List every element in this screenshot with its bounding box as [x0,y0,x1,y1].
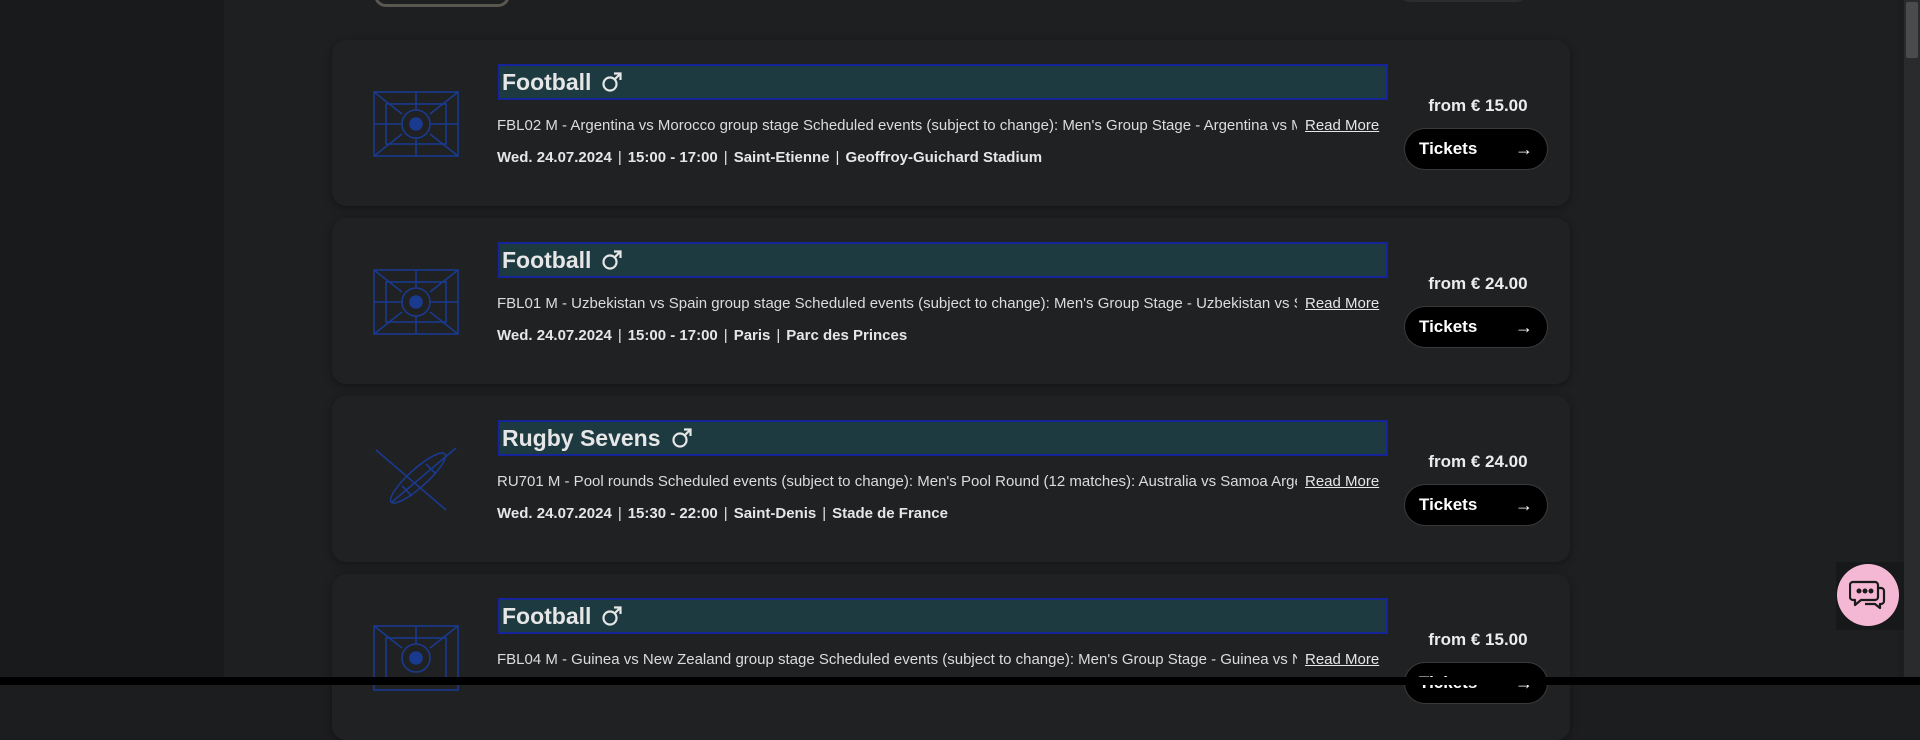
tickets-button[interactable]: Tickets → [1404,128,1548,170]
price-label: from € 24.00 [1428,274,1528,293]
event-meta: Wed. 24.07.2024 | 15:30 - 22:00 | Saint-Deni… [497,505,948,522]
read-more-link[interactable]: Read More [1305,473,1379,490]
filter-pill-partial[interactable] [374,0,510,7]
event-heading[interactable]: Football [498,242,1388,278]
bottom-edge-bar [0,677,1920,685]
event-date: Wed. 24.07.2024 [497,505,612,522]
event-venue: Stade de France [832,505,948,522]
chat-bubbles-icon [1849,580,1886,610]
tickets-label: Tickets [1419,139,1478,158]
event-card: Football FBL01 M - Uzbekistan vs Spain g… [332,218,1570,384]
tickets-button[interactable]: Tickets → [1404,306,1548,348]
sport-name: Rugby Sevens [502,424,661,451]
event-heading[interactable]: Rugby Sevens [498,420,1388,456]
left-gutter [0,0,224,685]
event-time: 15:00 - 17:00 [627,149,718,166]
price-label: from € 24.00 [1428,452,1528,471]
event-description: FBL04 M - Guinea vs New Zealand group st… [497,651,1297,668]
event-city: Paris [733,327,771,344]
sport-name: Football [502,602,592,629]
event-venue: Parc des Princes [786,327,908,344]
scrollbar-thumb[interactable] [1906,2,1918,58]
event-description: RU701 M - Pool rounds Scheduled events (… [497,473,1297,490]
male-symbol-icon [601,249,623,271]
event-time: 15:30 - 22:00 [627,505,718,522]
read-more-link[interactable]: Read More [1305,295,1379,312]
arrow-right-icon: → [1515,316,1533,337]
event-description: FBL01 M - Uzbekistan vs Spain group stag… [497,295,1297,312]
price-label: from € 15.00 [1428,96,1528,115]
vertical-scrollbar[interactable] [1904,0,1920,685]
event-city: Saint-Etienne [733,149,830,166]
event-city: Saint-Denis [733,505,817,522]
sport-name: Football [502,68,592,95]
read-more-link[interactable]: Read More [1305,651,1379,668]
button-partial[interactable] [1398,0,1528,2]
event-meta: Wed. 24.07.2024 | 15:00 - 17:00 | Saint-Etie… [497,149,1043,166]
event-date: Wed. 24.07.2024 [497,327,612,344]
male-symbol-icon [601,605,623,627]
event-card: Rugby Sevens RU701 M - Pool rounds Sched… [332,396,1570,562]
event-card: Football FBL02 M - Argentina vs Morocco … [332,40,1570,206]
male-symbol-icon [601,71,623,93]
event-time: 15:00 - 17:00 [627,327,718,344]
rugby-pictogram-icon [375,447,457,511]
football-pictogram-icon [373,91,459,157]
tickets-button[interactable]: Tickets → [1404,484,1548,526]
arrow-right-icon: → [1515,138,1533,159]
chat-button[interactable] [1837,564,1899,626]
sport-name: Football [502,246,592,273]
male-symbol-icon [671,427,693,449]
tickets-label: Tickets [1419,317,1478,336]
event-venue: Geoffroy-Guichard Stadium [845,149,1043,166]
football-pictogram-icon [373,269,459,335]
event-description: FBL02 M - Argentina vs Morocco group sta… [497,117,1297,134]
read-more-link[interactable]: Read More [1305,117,1379,134]
event-meta: Wed. 24.07.2024 | 15:00 - 17:00 | Paris | Parc… [497,327,908,344]
event-heading[interactable]: Football [498,598,1388,634]
arrow-right-icon: → [1515,494,1533,515]
event-heading[interactable]: Football [498,64,1388,100]
price-label: from € 15.00 [1428,630,1528,649]
event-card: Football FBL04 M - Guinea vs New Zealand… [332,574,1570,740]
event-date: Wed. 24.07.2024 [497,149,612,166]
tickets-label: Tickets [1419,495,1478,514]
